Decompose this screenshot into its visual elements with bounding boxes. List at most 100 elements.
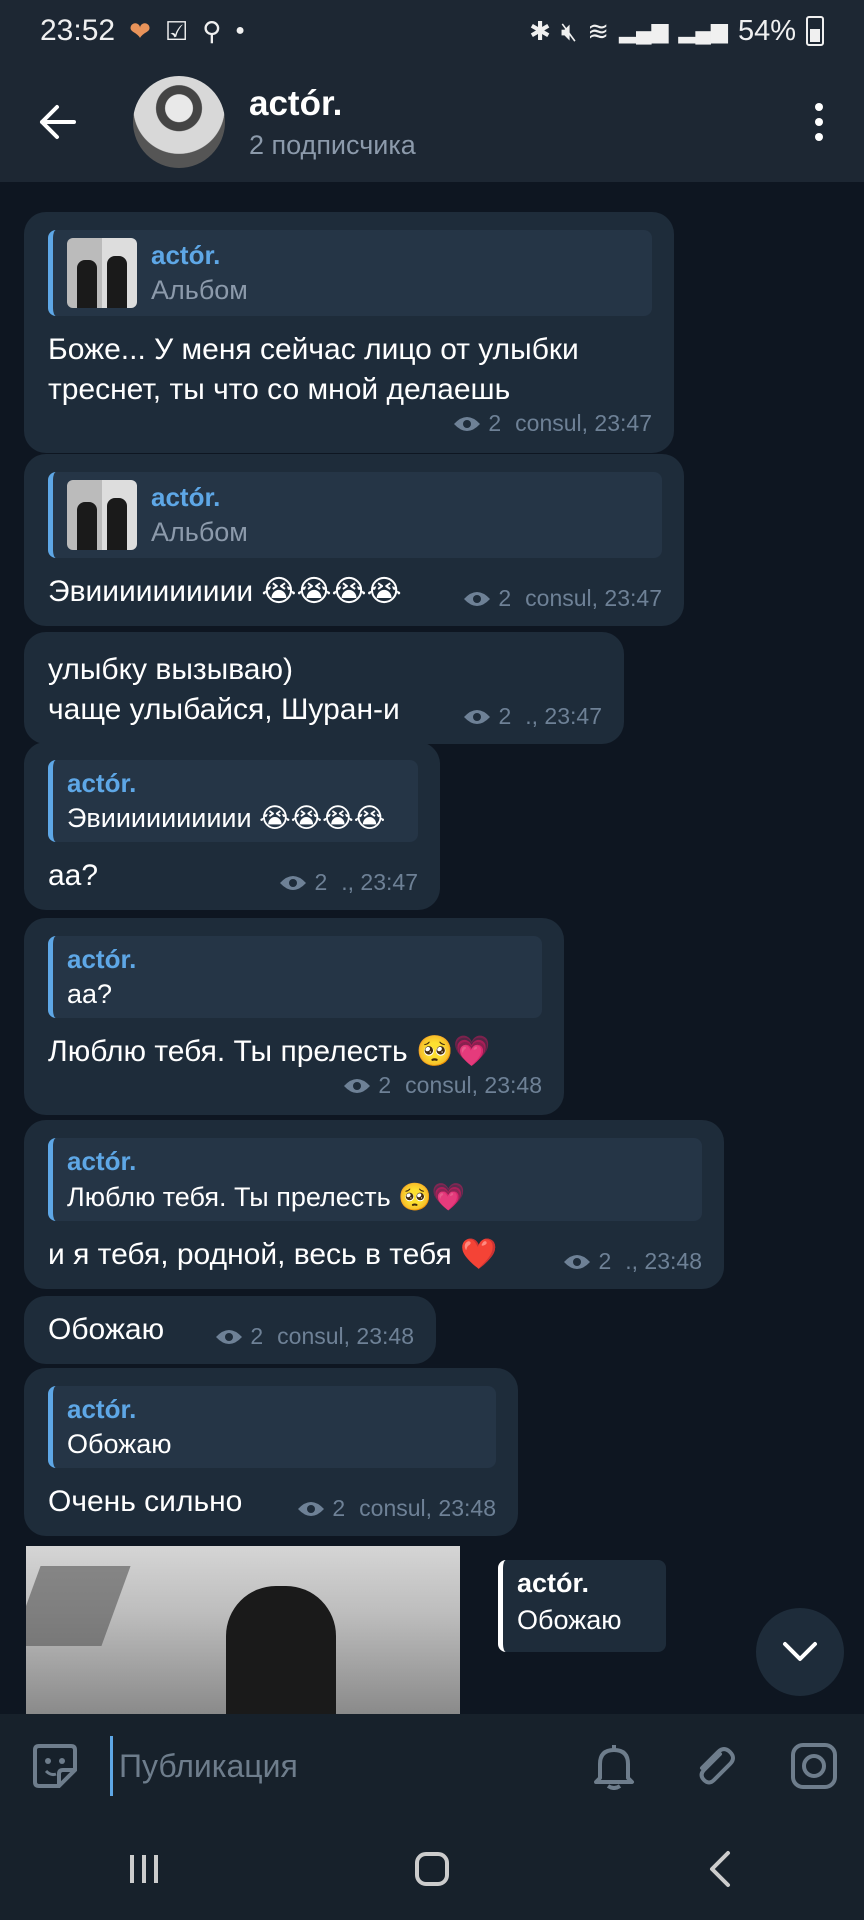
views-eye-icon <box>464 709 491 724</box>
views-count: 2 <box>498 703 512 729</box>
reply-text: Обожаю <box>67 1429 172 1459</box>
bluetooth-icon: ✱ <box>529 16 551 46</box>
views-count: 2 <box>250 1323 264 1349</box>
reply-quote[interactable]: actór. Альбом <box>48 230 652 316</box>
recent-apps-button[interactable] <box>84 1819 204 1919</box>
reply-author: actór. <box>67 1394 137 1424</box>
home-icon <box>415 1852 449 1886</box>
views-count: 2 <box>378 1072 392 1098</box>
message-signature-time: consul, 23:47 <box>515 410 652 436</box>
recent-apps-icon <box>130 1855 158 1883</box>
reply-quote[interactable]: actór. Люблю тебя. Ты прелесть 🥺💗 <box>48 1138 702 1221</box>
message-text: и я тебя, родной, весь в тебя ❤️ <box>48 1238 498 1271</box>
message-meta: 2 ., 23:47 <box>462 703 602 730</box>
reply-quote[interactable]: actór. Эвииииииииии 😭😭😭😭 <box>48 760 418 842</box>
reply-quote[interactable]: actór. аа? <box>48 936 542 1018</box>
more-menu-button[interactable] <box>774 62 864 182</box>
message-bubble[interactable]: actór. Эвииииииииии 😭😭😭😭 аа? 2 ., 23:47 <box>24 742 440 910</box>
scroll-down-button[interactable] <box>756 1608 844 1696</box>
message-signature-time: ., 23:47 <box>341 869 418 895</box>
views-count: 2 <box>332 1495 346 1521</box>
back-chevron-icon <box>710 1851 730 1887</box>
views-count: 2 <box>498 585 512 611</box>
attach-button[interactable] <box>664 1714 764 1818</box>
views-eye-icon <box>344 1078 371 1093</box>
message-text-line: улыбку вызываю) <box>48 653 293 686</box>
album-thumbnail <box>67 238 137 308</box>
video-reply-quote[interactable]: actór. Обожаю <box>498 1560 666 1652</box>
message-signature-time: ., 23:48 <box>625 1248 702 1274</box>
message-meta: 2 consul, 23:48 <box>296 1495 496 1522</box>
message-input-bar: Публикация <box>0 1714 864 1818</box>
message-bubble[interactable]: Обожаю 2 consul, 23:48 <box>24 1296 436 1364</box>
reply-quote[interactable]: actór. Обожаю <box>48 1386 496 1468</box>
channel-avatar[interactable] <box>133 76 225 168</box>
reply-text: аа? <box>67 979 113 1009</box>
reply-text: Эвииииииииии 😭😭😭😭 <box>67 803 386 833</box>
message-text: аа? <box>48 859 99 892</box>
message-meta: 2 ., 23:48 <box>562 1248 702 1275</box>
health-icon: ❤ <box>129 16 151 46</box>
message-meta: 2 consul, 23:47 <box>452 410 652 437</box>
back-button[interactable] <box>0 62 114 182</box>
views-eye-icon <box>464 591 491 606</box>
album-thumbnail <box>67 480 137 550</box>
signal-icon-2: ▂▄▆ <box>678 18 728 43</box>
checkbox-icon: ☑ <box>164 16 189 46</box>
views-eye-icon <box>280 875 307 890</box>
message-text: Очень сильно <box>48 1485 243 1518</box>
sticker-button[interactable] <box>0 1714 110 1818</box>
message-text: Эвииииииииии 😭😭😭😭 <box>48 575 402 608</box>
camera-icon <box>791 1743 837 1789</box>
views-eye-icon <box>454 416 481 431</box>
reply-text: Альбом <box>151 275 248 305</box>
chevron-down-icon <box>783 1642 817 1661</box>
home-button[interactable] <box>372 1819 492 1919</box>
views-count: 2 <box>488 410 502 436</box>
message-bubble[interactable]: actór. Альбом Эвииииииииии 😭😭😭😭 2 consul… <box>24 454 684 626</box>
sticker-icon <box>33 1744 77 1788</box>
message-signature-time: consul, 23:48 <box>277 1323 414 1349</box>
wifi-icon: ≋ <box>587 16 610 46</box>
message-bubble[interactable]: actór. аа? Люблю тебя. Ты прелесть 🥺💗 2 … <box>24 918 564 1115</box>
message-signature-time: consul, 23:48 <box>405 1072 542 1098</box>
signal-icon: ▂▄▆ <box>619 18 669 43</box>
reply-author: actór. <box>67 1146 137 1176</box>
more-vertical-icon <box>815 103 823 141</box>
message-bubble[interactable]: улыбку вызываю) чаще улыбайся, Шуран-и 2… <box>24 632 624 744</box>
publication-input[interactable]: Публикация <box>110 1736 564 1796</box>
reply-text: Люблю тебя. Ты прелесть 🥺💗 <box>67 1182 466 1212</box>
search-icon: ⚲ <box>202 16 222 46</box>
camera-button[interactable] <box>764 1714 864 1818</box>
message-bubble[interactable]: actór. Обожаю Очень сильно 2 consul, 23:… <box>24 1368 518 1536</box>
back-arrow-icon <box>40 105 76 139</box>
message-text-line: чаще улыбайся, Шуран-и <box>48 693 400 726</box>
dot-icon: ● <box>235 22 245 39</box>
reply-author: actór. <box>517 1568 590 1598</box>
message-meta: 2 consul, 23:47 <box>462 585 662 612</box>
channel-title-block[interactable]: actór. 2 подписчика <box>249 84 416 161</box>
views-count: 2 <box>314 869 328 895</box>
message-meta: 2 consul, 23:48 <box>214 1323 414 1350</box>
views-eye-icon <box>564 1254 591 1269</box>
video-preview[interactable] <box>26 1546 460 1714</box>
message-bubble[interactable]: actór. Люблю тебя. Ты прелесть 🥺💗 и я те… <box>24 1120 724 1289</box>
reply-author: actór. <box>151 482 221 512</box>
message-signature-time: ., 23:47 <box>525 703 602 729</box>
message-meta: 2 ., 23:47 <box>278 869 418 896</box>
paperclip-icon <box>699 1747 735 1785</box>
reply-author: actór. <box>67 944 137 974</box>
chat-area[interactable]: actór. Альбом Боже... У меня сейчас лицо… <box>0 182 864 1714</box>
reply-quote[interactable]: actór. Альбом <box>48 472 662 558</box>
message-bubble[interactable]: actór. Альбом Боже... У меня сейчас лицо… <box>24 212 674 453</box>
reply-author: actór. <box>67 768 137 798</box>
system-back-button[interactable] <box>660 1819 780 1919</box>
message-meta: 2 consul, 23:48 <box>342 1072 542 1099</box>
views-eye-icon <box>216 1329 243 1344</box>
notifications-button[interactable] <box>564 1714 664 1818</box>
status-bar: 23:52 ❤ ☑ ⚲ ● ✱ 🔇︎ ≋ ▂▄▆ ▂▄▆ 54% <box>0 0 864 62</box>
message-text: Обожаю <box>48 1313 165 1346</box>
bell-icon <box>594 1745 634 1790</box>
message-text: Боже... У меня сейчас лицо от улыбки тре… <box>48 333 579 406</box>
reply-text: Обожаю <box>517 1605 622 1635</box>
